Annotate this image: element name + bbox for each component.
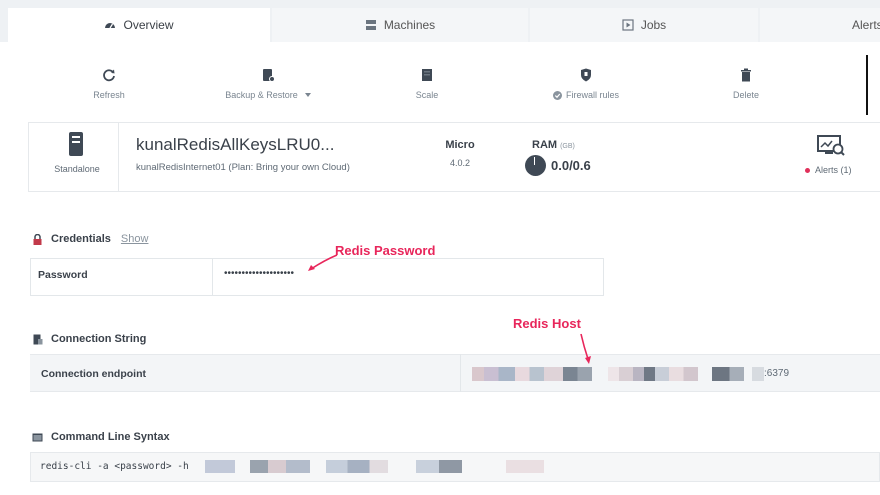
- connection-endpoint-label: Connection endpoint: [41, 368, 146, 380]
- password-label: Password: [38, 269, 88, 281]
- backup-restore-button[interactable]: Backup & Restore: [198, 68, 338, 100]
- ram-label: RAM: [532, 139, 558, 151]
- annotation-redis-password: Redis Password: [335, 243, 436, 258]
- firewall-label: Firewall rules: [565, 90, 619, 100]
- scrollbar[interactable]: [866, 55, 868, 115]
- cli-header: Command Line Syntax: [32, 431, 170, 443]
- divider: [460, 354, 461, 392]
- blur-block: [712, 367, 744, 381]
- tab-label: Jobs: [640, 18, 667, 32]
- database-name[interactable]: kunalRedisAllKeysLRU0...: [136, 135, 334, 155]
- tab-label: Machines: [383, 18, 436, 32]
- password-value[interactable]: ••••••••••••••••••••: [224, 268, 294, 279]
- refresh-button[interactable]: Refresh: [39, 68, 179, 100]
- delete-label: Delete: [732, 90, 759, 100]
- server-icon: [365, 20, 376, 30]
- connection-title: Connection String: [51, 333, 147, 345]
- annotation-arrow-icon: [580, 333, 591, 364]
- dashboard-icon: [105, 23, 116, 29]
- chevron-down-icon: [304, 93, 311, 97]
- blur-block: [250, 460, 310, 473]
- divider: [212, 258, 213, 296]
- alert-dot-icon: [805, 167, 810, 173]
- backup-restore-label: Backup & Restore: [225, 90, 298, 100]
- scale-icon: [422, 69, 432, 81]
- ram-unit: (GB): [560, 143, 575, 150]
- connection-string-header: Connection String: [32, 333, 146, 345]
- blur-block: [205, 460, 235, 473]
- server-icon: [69, 132, 83, 156]
- credentials-title: Credentials: [51, 233, 111, 245]
- alerts-link[interactable]: Alerts (1): [805, 165, 852, 175]
- refresh-label: Refresh: [93, 90, 125, 100]
- annotation-arrow-icon: [308, 254, 338, 271]
- tab-machines[interactable]: Machines: [272, 8, 528, 42]
- cli-command: redis-cli -a <password> -h: [40, 461, 189, 472]
- cli-title: Command Line Syntax: [51, 431, 170, 443]
- lock-icon: [33, 233, 42, 245]
- alerts-label: Alerts (1): [815, 165, 852, 175]
- ram-value: 0.0/0.6: [551, 158, 591, 173]
- connection-port: :6379: [764, 368, 790, 379]
- blur-block: [416, 460, 462, 473]
- database-subtitle: kunalRedisInternet01 (Plan: Bring your o…: [136, 162, 350, 173]
- divider: [28, 122, 29, 192]
- toolbar: Refresh Backup & Restore Scale Firewall …: [0, 42, 868, 118]
- blur-block: [506, 460, 544, 473]
- database-type: Standalone: [54, 164, 100, 174]
- blur-block: [608, 367, 698, 381]
- ram-title: RAM (GB): [532, 139, 575, 151]
- trash-icon: [741, 68, 751, 82]
- scale-label: Scale: [415, 90, 439, 100]
- annotation-redis-host: Redis Host: [513, 316, 581, 331]
- tab-label: Overview: [123, 18, 174, 32]
- play-icon: [622, 19, 634, 31]
- shield-icon: [581, 68, 591, 82]
- plan-title: Micro: [445, 139, 475, 151]
- check-circle-icon: [552, 90, 562, 100]
- delete-button[interactable]: Delete: [676, 68, 816, 100]
- refresh-icon: [103, 69, 115, 82]
- divider: [118, 122, 119, 192]
- show-credentials-link[interactable]: Show: [121, 233, 149, 245]
- plan-version: 4.0.2: [449, 158, 471, 168]
- terminal-icon: [32, 433, 43, 441]
- tab-label: Alerts: [852, 18, 880, 32]
- database-icon: [263, 69, 275, 82]
- tab-alerts[interactable]: Alerts: [760, 8, 880, 42]
- blur-block: [752, 367, 764, 381]
- database-summary: [28, 122, 880, 192]
- blur-block: [472, 367, 592, 381]
- ram-usage-pie-icon: [525, 155, 546, 176]
- scale-button[interactable]: Scale: [357, 68, 497, 100]
- tab-overview[interactable]: Overview: [8, 8, 270, 42]
- blur-block: [326, 460, 388, 473]
- firewall-rules-button[interactable]: Firewall rules: [516, 68, 656, 102]
- credentials-header: Credentials Show: [32, 233, 148, 245]
- monitor-alert-icon[interactable]: [816, 134, 846, 158]
- document-icon: [33, 334, 43, 344]
- tab-jobs[interactable]: Jobs: [530, 8, 758, 42]
